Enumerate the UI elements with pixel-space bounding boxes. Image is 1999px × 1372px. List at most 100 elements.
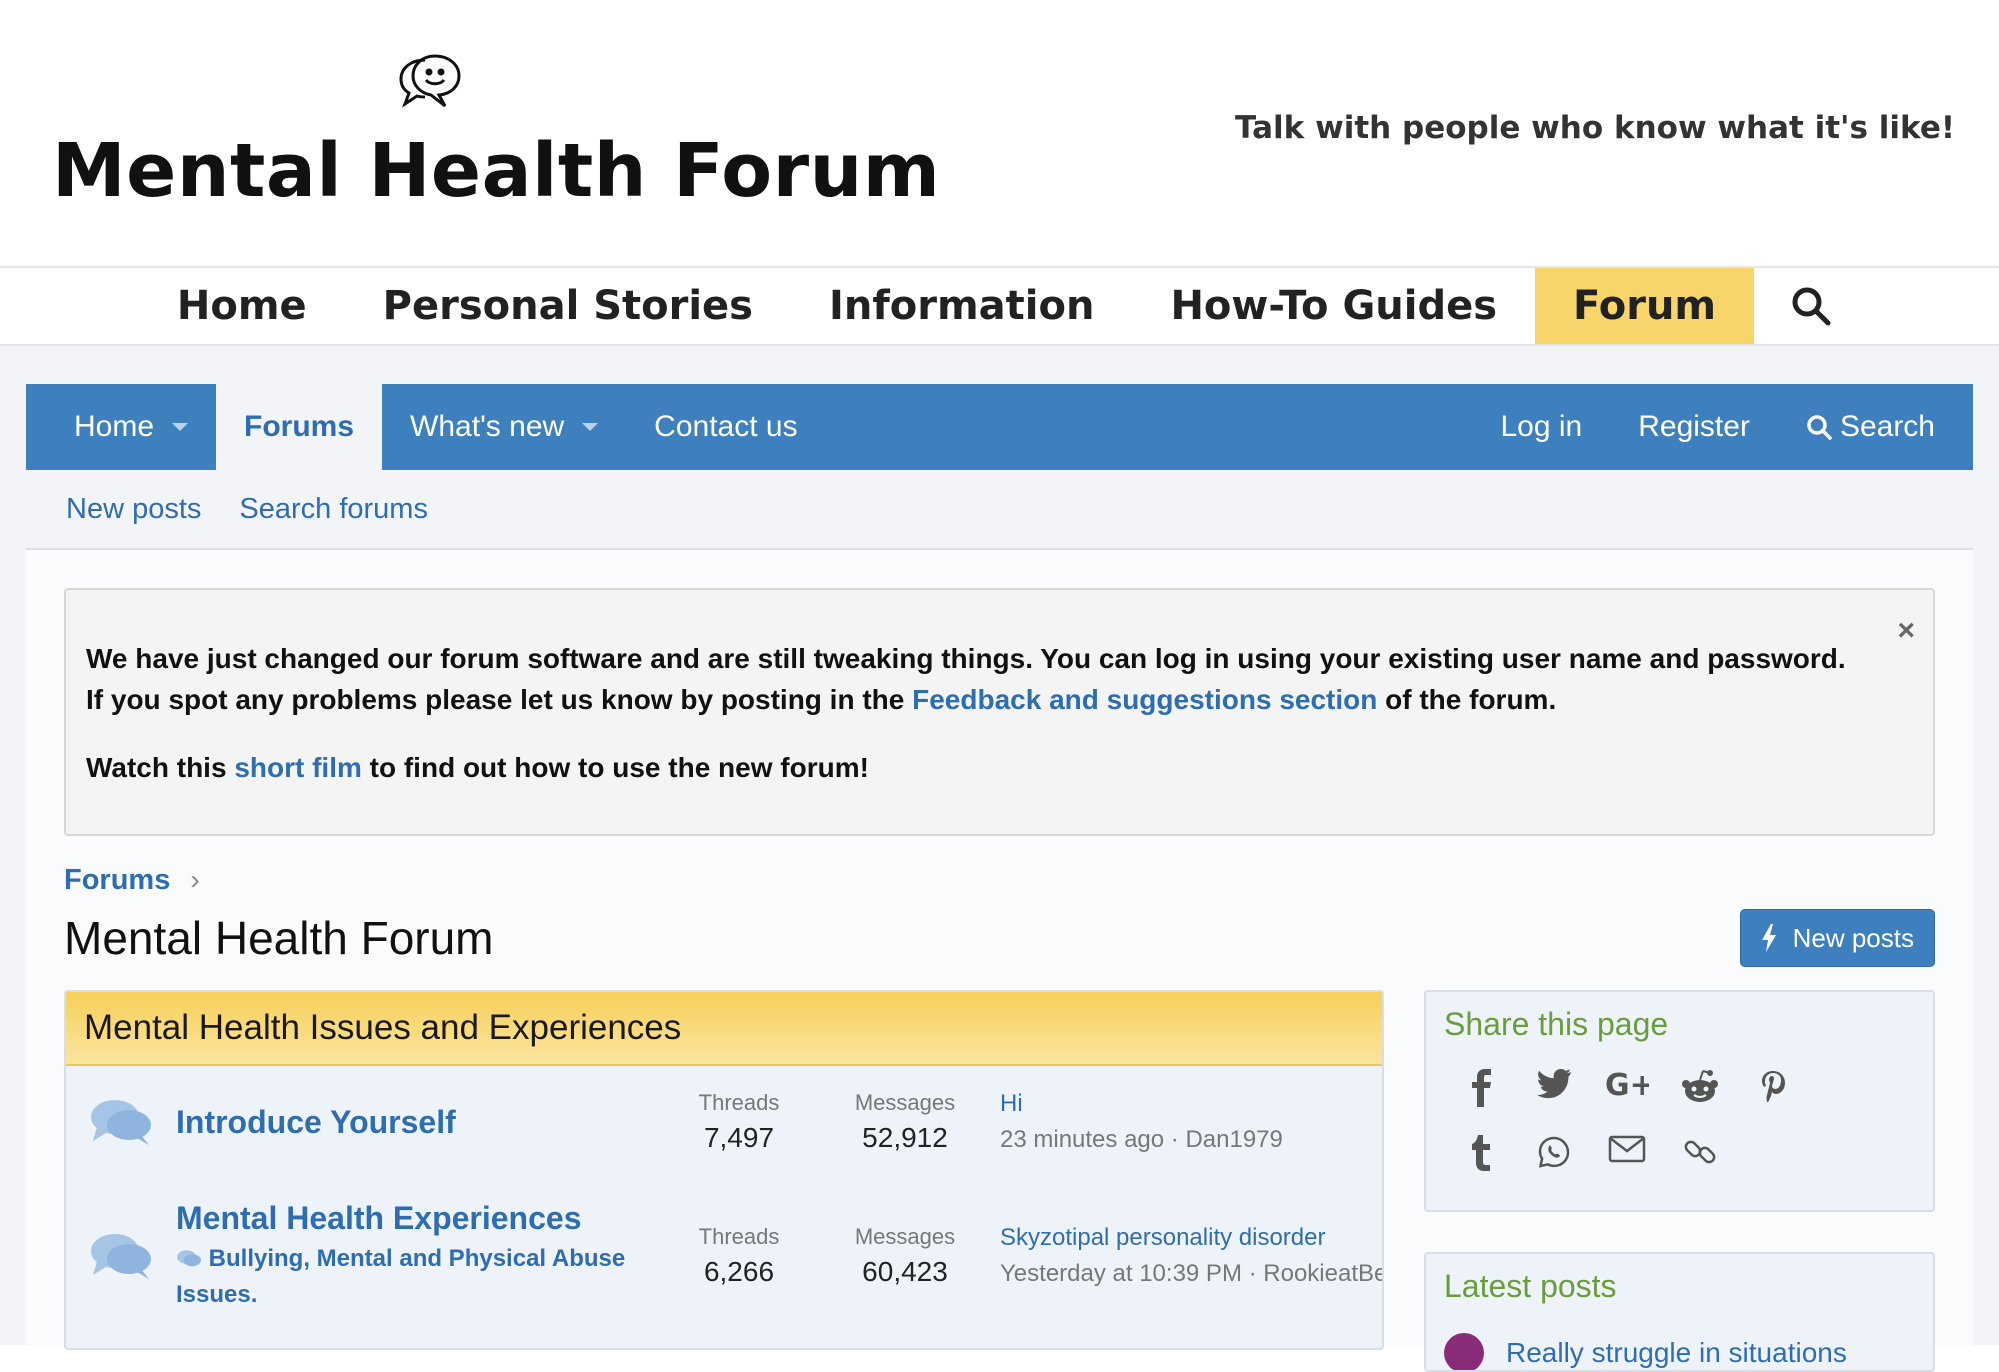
search-forums-link[interactable]: Search forums: [239, 493, 428, 526]
lightning-icon: [1761, 924, 1776, 952]
notice-line-1: We have just changed our forum software …: [86, 643, 1846, 674]
notice-line-3-text: Watch this: [86, 752, 235, 783]
link-icon[interactable]: [1663, 1135, 1736, 1201]
share-icons: G+: [1444, 1069, 1864, 1201]
site-nav-forum[interactable]: Forum: [1535, 268, 1755, 344]
share-block: Share this page G+: [1424, 990, 1935, 1212]
page-title: Mental Health Forum: [64, 912, 494, 964]
threads-count: 7,497: [703, 1122, 775, 1153]
messages-count: 52,912: [862, 1122, 948, 1153]
title-row: Mental Health Forum New posts: [64, 900, 1935, 976]
forum-node-icon-wrap: [66, 1097, 176, 1147]
new-posts-button[interactable]: New posts: [1739, 909, 1935, 967]
pinterest-icon[interactable]: [1736, 1069, 1809, 1135]
last-post-title[interactable]: Hi: [1000, 1090, 1382, 1118]
threads-label: Threads: [698, 1224, 780, 1249]
category-title[interactable]: Mental Health Issues and Experiences: [66, 992, 1382, 1066]
forum-node-main: Mental Health Experiences Bullying, Ment…: [176, 1200, 656, 1313]
site-nav-home[interactable]: Home: [139, 268, 345, 344]
whatsapp-icon[interactable]: [1517, 1135, 1590, 1201]
forum-nav-home-label: Home: [74, 410, 155, 443]
share-title: Share this page: [1444, 1006, 1669, 1042]
forum-area: Home Forums What's new Contact us Log in…: [0, 346, 1999, 1372]
forum-node: Mental Health Experiences Bullying, Ment…: [66, 1188, 1382, 1324]
latest-post-title[interactable]: Really struggle in situations: [1506, 1337, 1847, 1369]
subforum-label: Bullying, Mental and Physical Abuse Issu…: [176, 1244, 626, 1308]
body-row: Mental Health Issues and Experiences Int…: [64, 990, 1935, 1372]
threads-label: Threads: [698, 1090, 780, 1115]
threads-count: 6,266: [703, 1256, 775, 1287]
reddit-icon[interactable]: [1663, 1069, 1736, 1135]
sidebar: Share this page G+ Latest posts Really s…: [1424, 990, 1935, 1372]
chevron-right-icon: ›: [190, 864, 200, 895]
last-post: Hi 23 minutes ago · Dan1979: [988, 1090, 1382, 1154]
threads-stat: Threads 6,266: [656, 1224, 822, 1288]
latest-post-item[interactable]: Really struggle in situations: [1444, 1333, 1915, 1370]
forum-frame: Home Forums What's new Contact us Log in…: [26, 384, 1973, 1372]
site-tagline: Talk with people who know what it's like…: [1234, 110, 1955, 146]
last-post-meta: Yesterday at 10:39 PM · RookieatBe: [1000, 1260, 1382, 1287]
category-block: Mental Health Issues and Experiences Int…: [64, 990, 1384, 1350]
search-icon: [1792, 287, 1831, 326]
forum-search-label: Search: [1839, 410, 1935, 443]
forum-search-button[interactable]: Search: [1778, 384, 1973, 470]
messages-label: Messages: [854, 1090, 956, 1115]
last-post-meta: 23 minutes ago · Dan1979: [1000, 1126, 1283, 1153]
site-nav-personal-stories[interactable]: Personal Stories: [345, 268, 791, 344]
messages-label: Messages: [854, 1224, 956, 1249]
short-film-link[interactable]: short film: [234, 752, 362, 783]
forum-node-title[interactable]: Introduce Yourself: [176, 1104, 656, 1141]
register-link[interactable]: Register: [1610, 384, 1778, 470]
site-nav-information[interactable]: Information: [791, 268, 1132, 344]
subforum-link[interactable]: Bullying, Mental and Physical Abuse Issu…: [176, 1241, 656, 1313]
avatar[interactable]: [1444, 1333, 1484, 1370]
chat-bubbles-logo-icon: [399, 54, 461, 108]
new-posts-link[interactable]: New posts: [66, 493, 201, 526]
messages-count: 60,423: [862, 1256, 948, 1287]
tumblr-icon[interactable]: [1444, 1135, 1517, 1201]
chevron-down-icon[interactable]: [582, 423, 599, 431]
notice-line-2: If you spot any problems please let us k…: [86, 679, 1913, 720]
forum-node-main: Introduce Yourself: [176, 1104, 656, 1141]
chat-bubbles-small-icon: [177, 1250, 201, 1267]
notice-line-3-end: to find out how to use the new forum!: [361, 752, 869, 783]
site-nav-how-to-guides[interactable]: How-To Guides: [1132, 268, 1535, 344]
threads-stat: Threads 7,497: [656, 1090, 822, 1154]
chevron-down-icon[interactable]: [172, 423, 189, 431]
google-plus-icon[interactable]: G+: [1590, 1069, 1663, 1135]
notice-banner: × We have just changed our forum softwar…: [64, 588, 1935, 836]
notice-line-2-end: of the forum.: [1377, 684, 1557, 715]
login-link[interactable]: Log in: [1472, 384, 1610, 470]
chat-bubbles-icon: [91, 1100, 151, 1145]
breadcrumb-forums[interactable]: Forums: [64, 864, 170, 897]
site-nav: Home Personal Stories Information How-To…: [0, 268, 1999, 346]
twitter-icon[interactable]: [1517, 1069, 1590, 1135]
forum-nav-home[interactable]: Home: [26, 384, 216, 470]
latest-posts-title: Latest posts: [1444, 1268, 1617, 1304]
forum-node-icon-wrap: [66, 1231, 176, 1281]
close-icon[interactable]: ×: [1897, 610, 1915, 651]
svg-text:G+: G+: [1605, 1069, 1649, 1099]
facebook-icon[interactable]: [1444, 1069, 1517, 1135]
messages-stat: Messages 60,423: [822, 1224, 988, 1288]
forum-nav-whats-new[interactable]: What's new: [382, 384, 626, 470]
last-post: Skyzotipal personality disorder Yesterda…: [988, 1224, 1382, 1288]
forum-node: Introduce Yourself Threads 7,497 Message…: [66, 1066, 1382, 1178]
last-post-title[interactable]: Skyzotipal personality disorder: [1000, 1224, 1382, 1252]
notice-line-3: Watch this short film to find out how to…: [86, 747, 1913, 788]
email-icon[interactable]: [1590, 1135, 1663, 1201]
forum-nav-whats-new-label: What's new: [410, 410, 565, 443]
latest-posts-block: Latest posts Really struggle in situatio…: [1424, 1252, 1935, 1372]
forum-content: × We have just changed our forum softwar…: [26, 588, 1973, 1372]
site-search-button[interactable]: [1754, 268, 1860, 344]
forum-sub-nav: New posts Search forums: [26, 470, 1973, 550]
new-posts-button-label: New posts: [1792, 922, 1914, 953]
feedback-section-link[interactable]: Feedback and suggestions section: [912, 684, 1377, 715]
site-logo-text[interactable]: Mental Health Forum: [52, 128, 940, 214]
forum-node-title[interactable]: Mental Health Experiences: [176, 1200, 656, 1237]
notice-line-2-text: If you spot any problems please let us k…: [86, 684, 913, 715]
forum-nav-contact[interactable]: Contact us: [626, 384, 825, 470]
chat-bubbles-icon: [91, 1234, 151, 1279]
forum-nav-forums[interactable]: Forums: [216, 384, 383, 470]
